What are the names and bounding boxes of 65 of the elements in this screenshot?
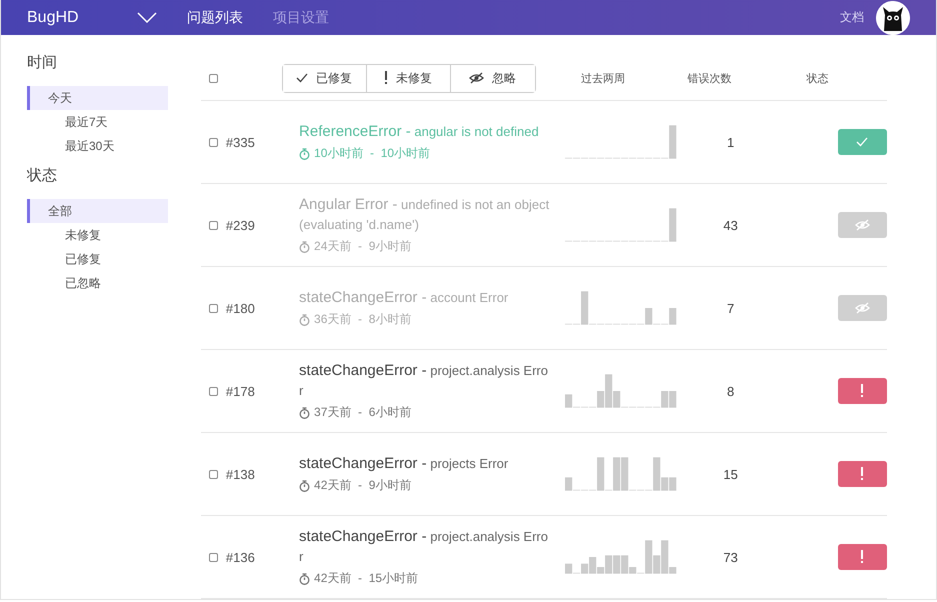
eye-slash-icon (854, 302, 870, 314)
time-range: 24天前 - 9小时前 (314, 238, 412, 255)
status-button[interactable] (838, 378, 887, 404)
time-range: 42天前 - 15小时前 (314, 570, 418, 587)
time-range: 10小时前 - 10小时前 (314, 145, 430, 162)
exclamation-icon (860, 384, 864, 398)
issue-id: #138 (226, 466, 256, 482)
time-range: 36天前 - 8小时前 (314, 311, 412, 328)
status-button[interactable] (838, 544, 887, 570)
filter-heading: 状态 (27, 166, 58, 185)
stopwatch-icon (299, 480, 310, 492)
exclamation-icon (860, 550, 864, 564)
row-checkbox[interactable] (209, 552, 218, 562)
error-count: 1 (726, 134, 736, 150)
column-header: 过去两周 (580, 72, 626, 86)
time-range: 42天前 - 9小时前 (314, 477, 412, 494)
eye-slash-icon (469, 72, 484, 84)
column-header: 错误次数 (686, 72, 732, 86)
logo[interactable]: BugHD (27, 8, 107, 26)
issue-id: #335 (226, 134, 256, 150)
status-button[interactable] (838, 461, 887, 487)
stopwatch-icon (299, 314, 310, 326)
filter-item[interactable]: 最近30天 (27, 134, 168, 158)
filter-item[interactable]: 已忽略 (27, 271, 168, 295)
nav-tab[interactable]: 问题列表 (187, 8, 243, 26)
issue-id: #136 (226, 550, 256, 564)
error-count: 7 (726, 300, 736, 316)
filter-item[interactable]: 全部 (27, 199, 168, 223)
chevron-down-icon[interactable] (137, 12, 157, 23)
row-checkbox[interactable] (209, 138, 218, 146)
check-icon (856, 137, 868, 147)
row-checkbox[interactable] (209, 220, 218, 230)
filter-item[interactable]: 未修复 (27, 223, 168, 247)
issue-id: #239 (226, 218, 256, 232)
row-checkbox[interactable] (209, 470, 218, 478)
select-all-checkbox[interactable] (209, 74, 218, 82)
stopwatch-icon (299, 406, 310, 418)
exclamation-icon (384, 71, 388, 85)
stopwatch-icon (299, 572, 310, 584)
column-header: 状态 (806, 72, 830, 86)
error-summary[interactable]: stateChangeError - projects Error (299, 454, 552, 474)
cat-avatar-icon[interactable] (876, 0, 910, 34)
docs-link[interactable]: 文档 (840, 9, 864, 26)
eye-slash-icon (854, 219, 870, 231)
error-summary[interactable]: stateChangeError - project.analysis Error (299, 527, 552, 567)
issue-id: #180 (226, 300, 256, 316)
status-button[interactable] (838, 129, 887, 155)
row-checkbox[interactable] (209, 304, 218, 312)
filter-item[interactable]: 最近7天 (27, 110, 168, 134)
check-icon (296, 73, 308, 83)
stopwatch-icon (299, 148, 310, 160)
filter-item[interactable]: 今天 (27, 86, 168, 110)
filter-item[interactable]: 已修复 (27, 247, 168, 271)
row-checkbox[interactable] (209, 386, 218, 396)
time-range: 37天前 - 6小时前 (314, 404, 412, 421)
filter-heading: 时间 (27, 53, 58, 72)
mark-button[interactable]: 已修复 (282, 64, 367, 92)
error-count: 15 (722, 466, 739, 482)
exclamation-icon (860, 467, 864, 481)
error-summary[interactable]: stateChangeError - project.analysis Error (299, 361, 552, 401)
issue-id: #178 (226, 384, 256, 398)
error-count: 43 (722, 218, 739, 232)
error-count: 8 (726, 384, 736, 398)
error-count: 73 (722, 550, 739, 564)
stopwatch-icon (299, 240, 310, 252)
